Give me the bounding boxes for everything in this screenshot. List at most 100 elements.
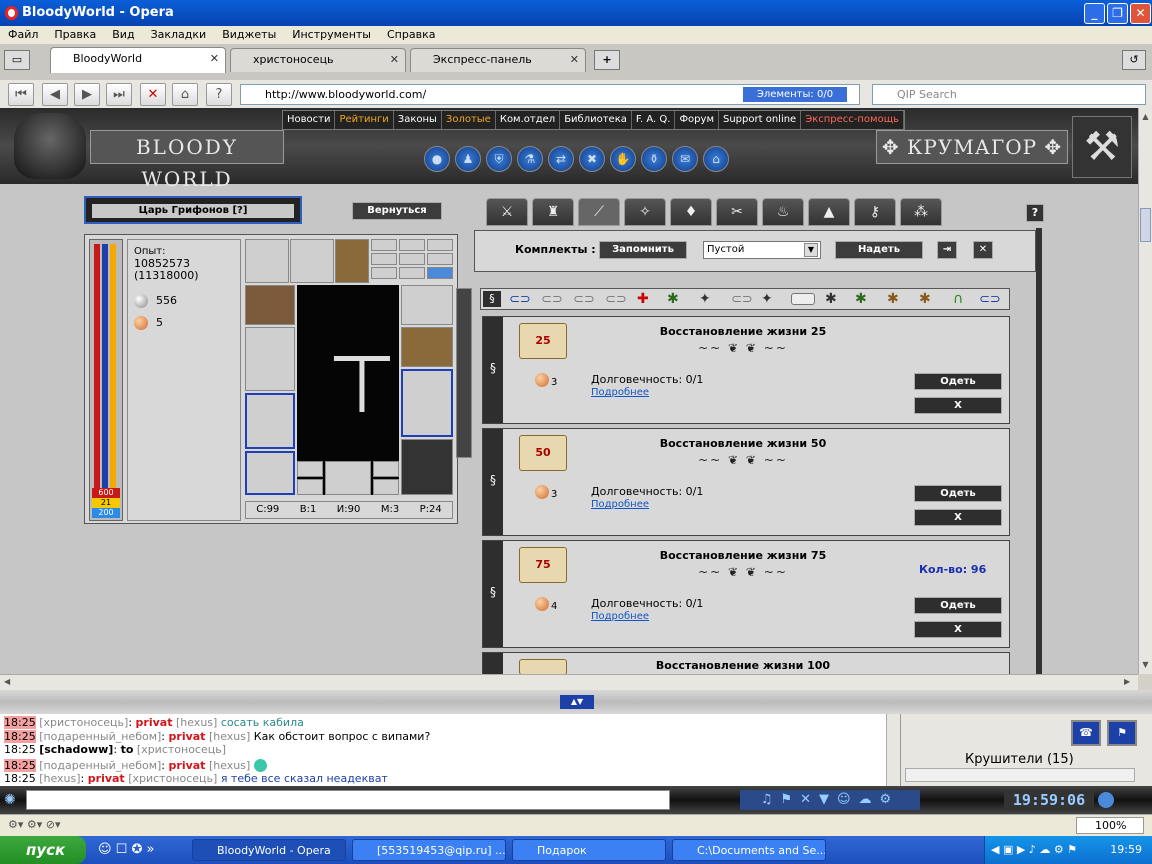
ring-slot-7[interactable]	[371, 267, 397, 279]
hand-icon[interactable]: ✋	[610, 146, 636, 172]
filter-monster-icon[interactable]: ✱	[667, 291, 679, 307]
potion-slot-1[interactable]	[297, 461, 323, 477]
menu-tools[interactable]: Инструменты	[284, 26, 379, 43]
belt-pocket-2[interactable]	[373, 479, 399, 495]
nav-library[interactable]: Библиотека	[560, 111, 632, 129]
fast-forward-icon[interactable]: ⏭	[106, 83, 132, 106]
clan-name[interactable]: Крушители (15)	[965, 752, 1074, 767]
nav-faq[interactable]: F. A. Q.	[632, 111, 676, 129]
cat-magic-tab[interactable]: ✧	[624, 198, 666, 226]
potion-slot-2[interactable]	[297, 479, 323, 495]
shoulders-slot[interactable]	[401, 327, 453, 367]
filter-link3-icon[interactable]: ⊂⊃	[605, 292, 627, 307]
chat-target[interactable]: [hexus]	[209, 730, 250, 743]
page-scrollbar[interactable]: ▲ ▼	[1138, 108, 1152, 674]
tab-bloodyworld[interactable]: BloodyWorld ✕	[50, 47, 226, 73]
cloak-slot[interactable]	[401, 439, 453, 495]
filter-link-icon[interactable]: ⊂⊃	[541, 292, 563, 307]
clock-icon[interactable]	[1098, 792, 1114, 808]
belt-pocket-1[interactable]	[373, 461, 399, 477]
elements-counter[interactable]: Элементы: 0/0	[743, 87, 847, 102]
stop-icon[interactable]: ✕	[140, 83, 166, 106]
ring-slot-3[interactable]	[427, 239, 453, 251]
minimize-button[interactable]: _	[1084, 3, 1105, 24]
cat-resources-tab[interactable]: ▲	[808, 198, 850, 226]
gate-icon[interactable]: ⌂	[703, 146, 729, 172]
cross-icon[interactable]: ✖	[579, 146, 605, 172]
zoom-control[interactable]: 100%	[1076, 817, 1144, 834]
close-button[interactable]: ✕	[1130, 3, 1151, 24]
shield-icon[interactable]: ⛨	[486, 146, 512, 172]
item-details-link[interactable]: Подробнее	[591, 611, 649, 622]
armor-icon[interactable]: ♟	[455, 146, 481, 172]
belt-slot[interactable]	[325, 461, 371, 495]
bag-icon[interactable]: ●	[424, 146, 450, 172]
quicklaunch-icon[interactable]: ☺ ☐ ✪ »	[98, 842, 154, 857]
maximize-button[interactable]: ❐	[1107, 3, 1128, 24]
cat-staff-tab[interactable]: ⟋	[578, 198, 620, 226]
boots-slot[interactable]	[245, 451, 295, 495]
filter-link4-icon[interactable]: ⊂⊃	[731, 292, 753, 307]
arrow-slot[interactable]	[427, 267, 453, 279]
menu-bookmarks[interactable]: Закладки	[143, 26, 215, 43]
delete-set-icon[interactable]: ✕	[973, 241, 993, 259]
ring-slot-1[interactable]	[371, 239, 397, 251]
item-wear-button[interactable]: Одеть	[914, 597, 1002, 614]
filter-fighter-icon[interactable]: ✦	[699, 291, 711, 307]
chat-user[interactable]: [христоносець]	[39, 716, 128, 729]
filter-warrior-icon[interactable]: ✦	[761, 291, 773, 307]
helmet-slot[interactable]	[335, 239, 369, 283]
tab-close-icon[interactable]: ✕	[570, 49, 579, 71]
horizontal-scrollbar[interactable]: ◀ ▶	[0, 674, 1138, 690]
status-tools-icon[interactable]: ⚙▾ ⚙▾ ⊘▾	[8, 818, 61, 831]
menu-file[interactable]: Файл	[0, 26, 46, 43]
help-icon[interactable]: ?	[1026, 204, 1044, 222]
mace-slot[interactable]	[245, 327, 295, 391]
task-opera[interactable]: BloodyWorld - Opera	[192, 839, 346, 861]
trash-icon[interactable]: ↺	[1122, 50, 1146, 70]
nav-express-help[interactable]: Экспресс-помощь	[801, 111, 905, 129]
potion-icon[interactable]: ⚗	[517, 146, 543, 172]
panel-toggle-icon[interactable]: ▭	[4, 50, 30, 70]
chat-scrollbar[interactable]	[886, 714, 900, 786]
armor-slot[interactable]	[245, 393, 295, 449]
back-game-button[interactable]: Вернуться	[352, 202, 442, 220]
filter-beast4-icon[interactable]: ✱	[919, 291, 931, 307]
task-qip[interactable]: [553519453@qip.ru] ...	[352, 839, 506, 861]
new-tab-button[interactable]: +	[594, 50, 620, 70]
exchange-icon[interactable]: ⇄	[548, 146, 574, 172]
start-button[interactable]: пуск	[0, 836, 86, 864]
heal-scroll-icon[interactable]: 25	[519, 323, 567, 359]
scroll-thumb[interactable]	[1140, 208, 1151, 242]
chat-user[interactable]: [подаренный_небом]	[39, 730, 161, 743]
filter-link2-icon[interactable]: ⊂⊃	[573, 292, 595, 307]
amulet-slot[interactable]	[401, 285, 453, 325]
crossbow-slot[interactable]	[245, 239, 289, 283]
filter-medic-icon[interactable]: ✚	[637, 291, 649, 307]
tab-close-icon[interactable]: ✕	[210, 48, 219, 70]
cat-bag-tab[interactable]: ♦	[670, 198, 712, 226]
cat-tools-tab[interactable]: ✂	[716, 198, 758, 226]
rewind-icon[interactable]: ⏮	[8, 83, 34, 106]
chat-user[interactable]: [подаренный_небом]	[39, 759, 161, 772]
url-field[interactable]: http://www.bloodyworld.com/ Элементы: 0/…	[240, 84, 860, 105]
filter-beast-icon[interactable]: ✱	[825, 291, 837, 307]
character-name[interactable]: Царь Грифонов [?]	[92, 204, 294, 218]
chat-resize-icon[interactable]: ▲▼	[560, 695, 594, 709]
item-wear-button[interactable]: Одеть	[914, 373, 1002, 390]
item-delete-button[interactable]: X	[914, 397, 1002, 414]
chat-side-scrollbar[interactable]	[905, 768, 1135, 782]
home-icon[interactable]: ⌂	[172, 83, 198, 106]
ring-slot-5[interactable]	[399, 253, 425, 265]
item-wear-button[interactable]: Одеть	[914, 485, 1002, 502]
task-explorer[interactable]: C:\Documents and Se...	[672, 839, 826, 861]
mail-icon[interactable]: ✉	[672, 146, 698, 172]
shield-slot[interactable]	[401, 369, 453, 437]
tab-speed-dial[interactable]: Экспресс-панель ✕	[410, 48, 586, 72]
ring-slot-6[interactable]	[427, 253, 453, 265]
wand-icon[interactable]: ?	[206, 83, 232, 106]
nav-ratings[interactable]: Рейтинги	[335, 111, 394, 129]
save-set-icon[interactable]: ⇥	[937, 241, 957, 259]
chat-user[interactable]: [schadoww]	[39, 743, 113, 756]
section-icon[interactable]: §	[483, 291, 501, 307]
